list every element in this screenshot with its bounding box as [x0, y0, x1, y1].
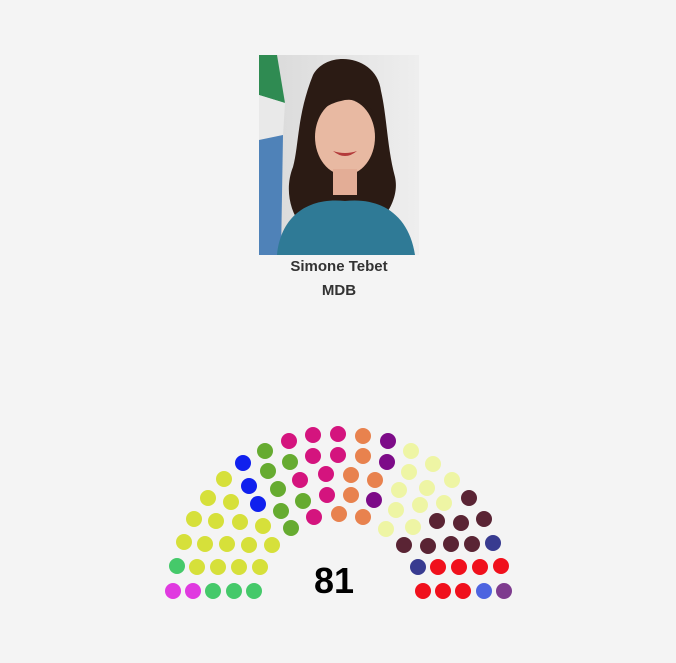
seat-7: [189, 559, 205, 575]
seat-70: [464, 536, 480, 552]
seat-13: [219, 536, 235, 552]
seat-32: [260, 463, 276, 479]
seat-6: [169, 558, 185, 574]
seat-64: [396, 537, 412, 553]
seat-50: [378, 521, 394, 537]
seat-45: [355, 509, 371, 525]
seat-2: [185, 583, 201, 599]
seat-38: [305, 448, 321, 464]
seat-39: [330, 447, 346, 463]
seat-17: [208, 513, 224, 529]
seat-10: [252, 559, 268, 575]
seat-80: [476, 583, 492, 599]
seat-42: [305, 427, 321, 443]
seat-4: [226, 583, 242, 599]
seat-25: [295, 493, 311, 509]
seat-30: [319, 487, 335, 503]
seat-47: [355, 448, 371, 464]
seat-22: [223, 494, 239, 510]
seat-26: [216, 471, 232, 487]
seat-12: [197, 536, 213, 552]
seat-31: [235, 455, 251, 471]
seat-52: [379, 454, 395, 470]
seat-18: [232, 514, 248, 530]
seat-36: [257, 443, 273, 459]
seat-53: [391, 482, 407, 498]
seat-60: [429, 513, 445, 529]
seat-61: [425, 456, 441, 472]
seat-8: [210, 559, 226, 575]
seat-20: [283, 520, 299, 536]
seat-55: [405, 519, 421, 535]
seat-28: [270, 481, 286, 497]
seat-66: [444, 472, 460, 488]
seat-71: [485, 535, 501, 551]
seat-63: [453, 515, 469, 531]
seat-49: [367, 472, 383, 488]
seat-79: [455, 583, 471, 599]
seat-67: [461, 490, 477, 506]
seat-75: [472, 559, 488, 575]
seat-57: [401, 464, 417, 480]
total-seats-count: 81: [313, 560, 355, 601]
seat-62: [436, 495, 452, 511]
seat-1: [165, 583, 181, 599]
seat-56: [403, 443, 419, 459]
seat-69: [443, 536, 459, 552]
seat-3: [205, 583, 221, 599]
seat-21: [200, 490, 216, 506]
seat-40: [343, 487, 359, 503]
seat-41: [281, 433, 297, 449]
seat-77: [415, 583, 431, 599]
seat-16: [186, 511, 202, 527]
seat-74: [451, 559, 467, 575]
seat-37: [282, 454, 298, 470]
seat-11: [176, 534, 192, 550]
seat-44: [343, 467, 359, 483]
seat-73: [430, 559, 446, 575]
seat-33: [292, 472, 308, 488]
seat-76: [493, 558, 509, 574]
seat-27: [241, 478, 257, 494]
seat-19: [255, 518, 271, 534]
seat-51: [380, 433, 396, 449]
seat-35: [331, 506, 347, 522]
seat-58: [419, 480, 435, 496]
seat-59: [412, 497, 428, 513]
seat-81: [496, 583, 512, 599]
seat-54: [388, 502, 404, 518]
seat-5: [246, 583, 262, 599]
seat-29: [306, 509, 322, 525]
seat-34: [318, 466, 334, 482]
seat-23: [250, 496, 266, 512]
seat-78: [435, 583, 451, 599]
seat-65: [420, 538, 436, 554]
seat-48: [366, 492, 382, 508]
seat-15: [264, 537, 280, 553]
seat-43: [330, 426, 346, 442]
seat-72: [410, 559, 426, 575]
seat-9: [231, 559, 247, 575]
seat-68: [476, 511, 492, 527]
seat-46: [355, 428, 371, 444]
seat-24: [273, 503, 289, 519]
seat-14: [241, 537, 257, 553]
